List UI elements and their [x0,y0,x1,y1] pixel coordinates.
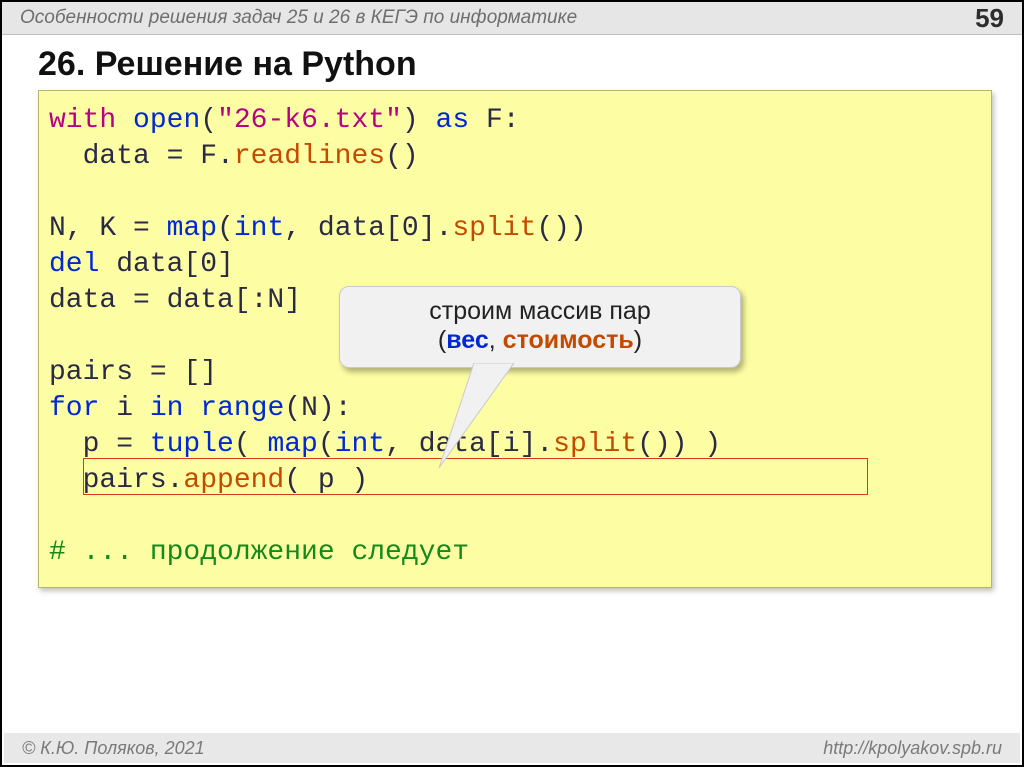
keyword-with: with [49,105,116,136]
slide: Особенности решения задач 25 и 26 в КЕГЭ… [0,0,1024,767]
string-filename: "26-k6.txt" [217,105,402,136]
fn-readlines: readlines [234,141,385,172]
fn-range: range [200,393,284,424]
code-box: with open("26-k6.txt") as F: data = F.re… [38,90,992,588]
fn-append: append [183,465,284,496]
fn-split: split [452,213,536,244]
code-comment: # ... продолжение следует [49,537,469,568]
document-title: Особенности решения задач 25 и 26 в КЕГЭ… [20,7,975,29]
callout-word-cost: стоимость [503,326,634,354]
fn-open: open [133,105,200,136]
footer-bar: © К.Ю. Поляков, 2021 http://kpolyakov.sp… [4,733,1020,763]
fn-tuple: tuple [150,429,234,460]
fn-int: int [234,213,284,244]
keyword-for: for [49,393,99,424]
keyword-as: as [436,105,470,136]
callout-box: строим массив пар (вес, стоимость) [339,286,741,368]
page-number: 59 [975,3,1004,34]
keyword-del: del [49,249,99,280]
footer-author: © К.Ю. Поляков, 2021 [22,738,823,759]
keyword-in: in [150,393,184,424]
callout-line1: строим массив пар [429,297,650,325]
footer-url: http://kpolyakov.spb.ru [823,738,1002,759]
slide-heading: 26. Решение на Python [2,35,1022,90]
top-bar: Особенности решения задач 25 и 26 в КЕГЭ… [2,2,1022,35]
callout-word-weight: вес [446,326,489,354]
fn-map: map [167,213,217,244]
